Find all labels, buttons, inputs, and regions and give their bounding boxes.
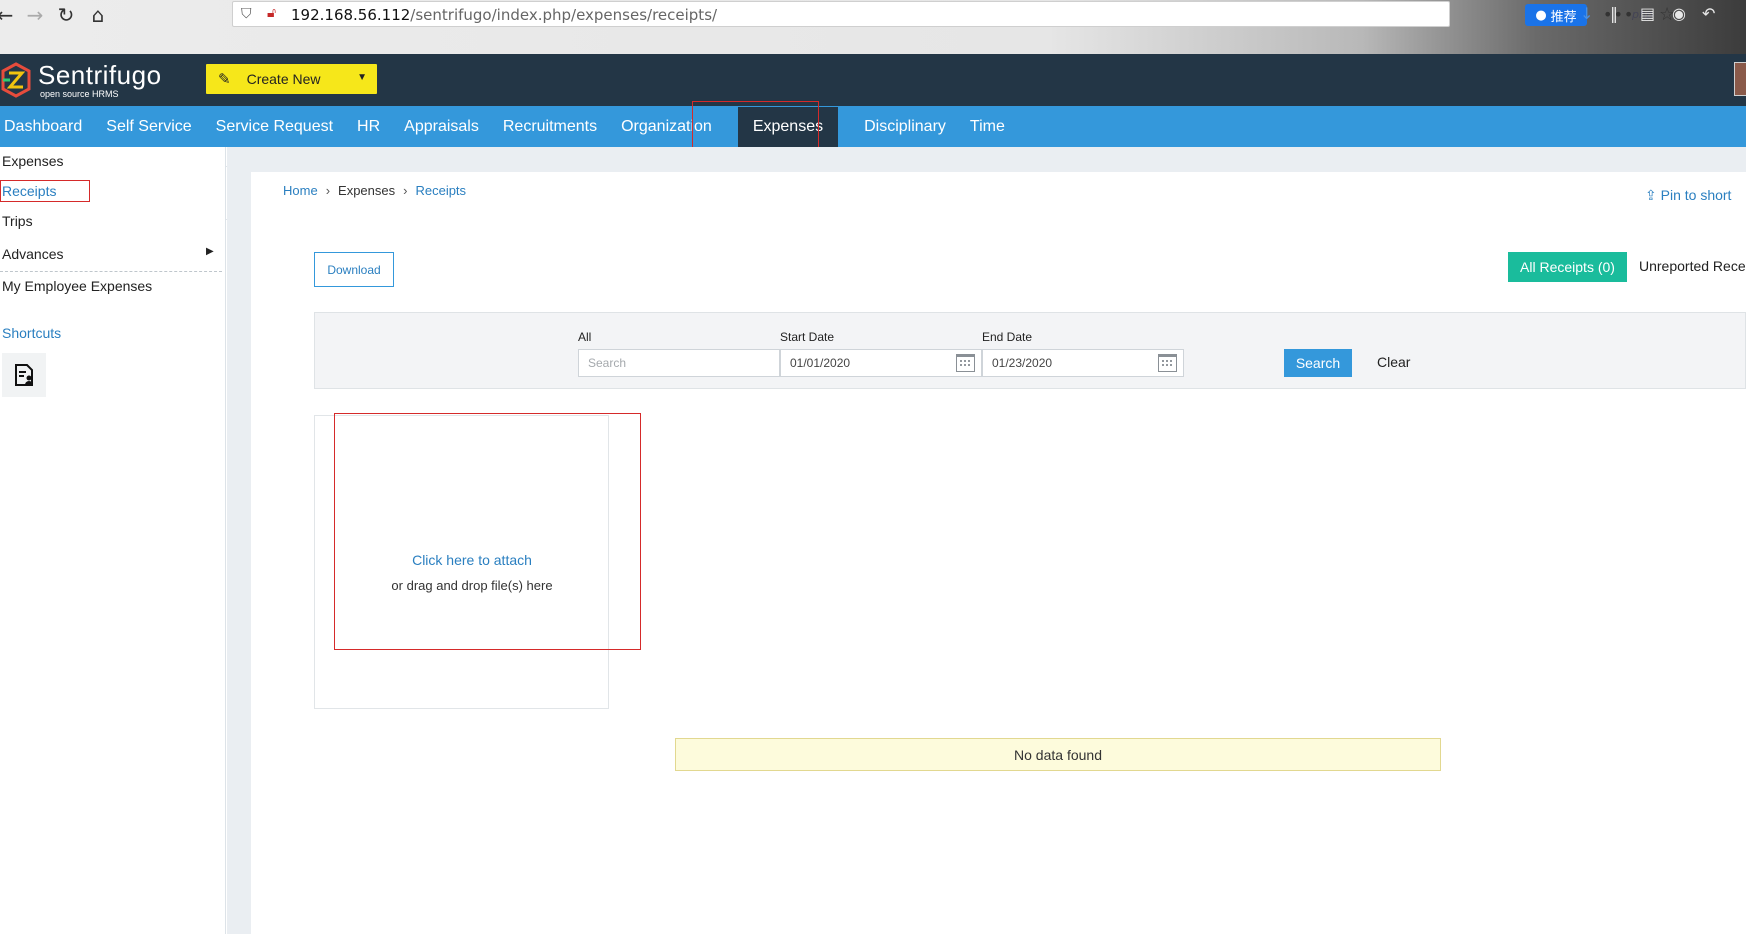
all-label: All	[578, 330, 592, 344]
insecure-lock-icon[interactable]: 🔓︎	[267, 5, 276, 21]
forward-icon[interactable]: →	[22, 2, 48, 28]
download-button[interactable]: Download	[314, 252, 394, 287]
pin-to-shortcut-link[interactable]: ⇪ Pin to short	[1645, 187, 1731, 204]
browser-toolbar: ← → ↻ ⌂ ⛉ 🔓︎ 192.168.56.112/sentrifugo/i…	[0, 0, 1746, 54]
reader-icon[interactable]: ▤	[1640, 4, 1655, 23]
recommend-label: 推荐	[1550, 9, 1577, 25]
nav-item-time[interactable]: Time	[958, 106, 1017, 147]
share-icon: ⇪	[1645, 187, 1657, 203]
search-input[interactable]: Search	[578, 349, 780, 377]
avatar[interactable]	[1734, 62, 1746, 96]
start-date-field[interactable]: 01/01/2020	[780, 349, 982, 377]
highlight-box-receipts	[0, 180, 90, 202]
sidebar-item-advances[interactable]: Advances	[2, 246, 63, 262]
pin-label: Pin to short	[1660, 187, 1732, 203]
back-icon[interactable]: ←	[0, 2, 18, 28]
sidebar-item-my-employee-expenses[interactable]: My Employee Expenses	[2, 278, 152, 294]
highlight-box-dropzone	[334, 413, 641, 650]
url-text[interactable]: 192.168.56.112/sentrifugo/index.php/expe…	[291, 6, 717, 24]
app-header: Sentrifugo open source HRMS ✎ Create New…	[0, 54, 1746, 106]
caret-down-icon: ▼	[357, 72, 367, 83]
content-panel: Home › Expenses › Receipts ⇪ Pin to shor…	[251, 172, 1746, 934]
breadcrumb-separator-icon: ›	[403, 183, 408, 198]
account-icon[interactable]: ◉	[1672, 4, 1686, 23]
shortcut-tile[interactable]	[2, 353, 46, 397]
filter-bar: All Search Start Date 01/01/2020 End Dat…	[314, 312, 1746, 389]
breadcrumb-expenses: Expenses	[338, 183, 396, 198]
start-date-label: Start Date	[780, 330, 835, 344]
library-icon[interactable]: ‖	[1610, 4, 1618, 23]
url-path: /sentrifugo/index.php/expenses/receipts/	[410, 6, 718, 24]
download-icon[interactable]: ↓	[1580, 4, 1593, 23]
nav-item-appraisals[interactable]: Appraisals	[392, 106, 491, 147]
app-tagline: open source HRMS	[40, 89, 119, 99]
end-date-value: 01/23/2020	[992, 356, 1053, 370]
recommend-button[interactable]: ● 推荐	[1525, 4, 1587, 26]
breadcrumb-receipts[interactable]: Receipts	[415, 183, 466, 198]
nav-item-service-request[interactable]: Service Request	[204, 106, 345, 147]
end-date-field[interactable]: 01/23/2020	[982, 349, 1184, 377]
sidebar-divider	[0, 271, 222, 272]
search-button[interactable]: Search	[1284, 349, 1352, 377]
breadcrumb: Home › Expenses › Receipts	[283, 183, 466, 198]
sentrifugo-logo-icon	[1, 62, 31, 98]
nav-item-recruitments[interactable]: Recruitments	[491, 106, 609, 147]
document-user-icon	[15, 364, 33, 386]
reload-icon[interactable]: ↻	[53, 2, 79, 28]
more-actions-icon[interactable]: •••	[1603, 5, 1634, 24]
end-date-label: End Date	[982, 330, 1033, 344]
home-icon[interactable]: ⌂	[85, 2, 111, 28]
url-host: 192.168.56.112	[291, 6, 411, 24]
breadcrumb-separator-icon: ›	[325, 183, 331, 198]
lightbulb-icon: ●	[1535, 7, 1547, 23]
shield-icon: ⛉	[241, 6, 252, 22]
nav-item-hr[interactable]: HR	[345, 106, 392, 147]
sidebar-item-trips[interactable]: Trips	[2, 213, 33, 229]
undo-icon[interactable]: ↶	[1702, 4, 1715, 23]
create-new-label: Create New	[246, 71, 321, 87]
calendar-icon[interactable]	[1158, 354, 1177, 372]
clear-button[interactable]: Clear	[1377, 354, 1410, 370]
main-nav: Dashboard Self Service Service Request H…	[0, 106, 1746, 147]
breadcrumb-home[interactable]: Home	[283, 183, 318, 198]
nav-item-dashboard[interactable]: Dashboard	[0, 106, 94, 147]
sidebar: Expenses Receipts Trips Advances ▶ My Em…	[0, 147, 226, 934]
pencil-icon: ✎	[218, 71, 231, 88]
shortcuts-heading: Shortcuts	[2, 325, 62, 341]
chevron-right-icon[interactable]: ▶	[206, 246, 214, 257]
calendar-icon[interactable]	[956, 354, 975, 372]
nav-item-disciplinary[interactable]: Disciplinary	[852, 106, 958, 147]
no-data-message: No data found	[675, 738, 1441, 771]
sidebar-item-expenses[interactable]: Expenses	[2, 153, 63, 169]
address-bar[interactable]: ⛉ 🔓︎ 192.168.56.112/sentrifugo/index.php…	[232, 1, 1675, 27]
nav-item-self-service[interactable]: Self Service	[94, 106, 203, 147]
start-date-value: 01/01/2020	[790, 356, 851, 370]
create-new-button[interactable]: ✎ Create New ▼	[206, 64, 377, 94]
tab-all-receipts[interactable]: All Receipts (0)	[1508, 252, 1627, 282]
tab-unreported-receipts[interactable]: Unreported Rece	[1639, 258, 1746, 274]
app-name: Sentrifugo	[38, 60, 162, 90]
